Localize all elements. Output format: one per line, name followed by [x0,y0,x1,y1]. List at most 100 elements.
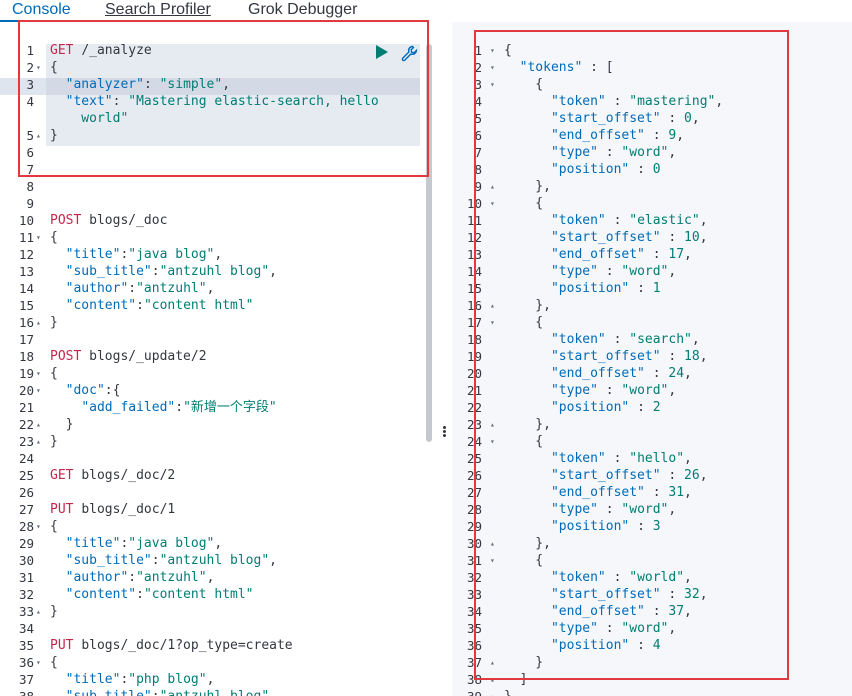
fold-open-icon[interactable]: ▾ [36,59,41,76]
line-number: 38 [8,688,34,696]
response-viewer[interactable]: 1 ▾ {2 ▾ "tokens" : [3 ▾ {4 "token" : "maste… [452,22,852,696]
code-token: }, [504,536,551,551]
tab-grok-debugger[interactable]: Grok Debugger [248,0,357,20]
line-number: 10 [18,213,34,228]
fold-open-icon[interactable]: ▾ [490,314,495,331]
line-number: 1 [26,43,34,58]
fold-close-icon[interactable]: ▴ [36,416,41,433]
tab-console[interactable]: Console [12,0,71,20]
line-number: 29 [466,519,482,534]
line-number: 30 [466,536,482,551]
code-text: "doc":{ [50,382,121,399]
fold-open-icon[interactable]: ▾ [490,42,495,59]
request-scrollbar[interactable] [426,44,432,442]
code-text: ] [504,671,528,688]
code-line: 2 ▾ { [0,59,432,76]
fold-open-icon[interactable]: ▾ [36,229,41,246]
code-token: } [504,689,512,696]
code-token: blogs/_doc/1?op_type=create [81,638,293,653]
code-line: 2 ▾ "tokens" : [ [452,59,852,76]
fold-close-icon[interactable]: ▴ [490,416,495,433]
fold-close-icon[interactable]: ▴ [36,603,41,620]
line-number: 22 [18,417,34,432]
code-token: "php blog" [128,672,207,687]
line-number: 24 [466,434,482,449]
code-line: 5 "start_offset" : 0, [452,110,852,127]
request-editor[interactable]: 1 GET /_analyze 2 ▾{3 "analyzer": "simple",… [0,22,432,696]
code-token: "新增一个字段" [183,400,277,415]
code-token: "start_offset" [550,111,661,126]
fold-open-icon[interactable]: ▾ [490,433,495,450]
code-text: { [50,365,58,382]
fold-open-icon[interactable]: ▾ [490,552,495,569]
code-token: "author" [65,281,129,296]
fold-close-icon[interactable]: ▴ [490,654,495,671]
code-token: : [660,230,685,245]
fold-open-icon[interactable]: ▾ [490,76,495,93]
code-token: }, [504,298,551,313]
code-token: 18 [684,349,700,364]
code-token: "java blog" [128,536,215,551]
tab-search-profiler[interactable]: Search Profiler [105,0,211,20]
fold-open-icon[interactable]: ▾ [36,518,41,535]
code-line: 36 "position" : 4 [452,637,852,654]
line-number: 7 [26,162,34,177]
line-number: 27 [466,485,482,500]
line-number: 18 [466,332,482,347]
fold-open-icon[interactable]: ▾ [36,654,41,671]
fold-close-icon[interactable]: ▴ [36,314,41,331]
code-line: 31 ▾ { [452,552,852,569]
code-token: { [50,519,58,534]
line-number: 37 [18,672,34,687]
code-text: } [50,416,74,433]
code-token: , [214,536,223,551]
code-token: "Mastering elastic-search, hello [128,94,379,109]
code-token: , [206,281,215,296]
fold-open-icon[interactable]: ▾ [490,59,495,76]
code-text: world" [50,110,128,127]
code-text: "position" : 3 [504,518,661,535]
code-token: , [699,349,708,364]
code-text: "token" : "search", [504,331,700,348]
code-token: "sub_title" [65,264,152,279]
code-text: "start_offset" : 10, [504,229,708,246]
fold-close-icon[interactable]: ▴ [36,127,41,144]
code-text: }, [504,416,551,433]
fold-close-icon[interactable]: ▴ [490,178,495,195]
code-token: : [660,468,685,483]
code-token: , [684,485,692,500]
line-number: 12 [466,230,482,245]
play-icon[interactable] [376,45,388,59]
code-line: 23 ▴ }, [452,416,852,433]
code-token: : [143,77,160,92]
tab-bar: Console Search Profiler Grok Debugger [0,0,852,22]
fold-close-icon[interactable]: ▴ [490,688,495,696]
fold-close-icon[interactable]: ▴ [490,535,495,552]
code-line: 21 "add_failed":"新增一个字段" [0,399,432,416]
code-token: "title" [65,536,121,551]
code-token: { [50,366,58,381]
fold-close-icon[interactable]: ▴ [36,433,41,450]
fold-open-icon[interactable]: ▾ [36,382,41,399]
line-number: 33 [18,604,34,619]
line-number: 8 [474,162,482,177]
line-number: 30 [18,553,34,568]
code-text: "position" : 0 [504,161,661,178]
code-line: 28 "type" : "word", [452,501,852,518]
code-token: PUT [50,502,82,517]
line-number: 31 [466,553,482,568]
code-text: "position" : 2 [504,399,661,416]
fold-open-icon[interactable]: ▾ [490,195,495,212]
code-token: blogs/_doc/1 [81,502,176,517]
line-number: 19 [18,366,34,381]
fold-close-icon[interactable]: ▴ [490,671,495,688]
fold-close-icon[interactable]: ▴ [490,297,495,314]
pane-resizer-handle[interactable] [440,425,448,441]
code-token: : [660,349,685,364]
wrench-icon[interactable] [400,44,418,62]
fold-open-icon[interactable]: ▾ [36,365,41,382]
code-token: "token" [550,570,606,585]
line-number: 28 [466,502,482,517]
